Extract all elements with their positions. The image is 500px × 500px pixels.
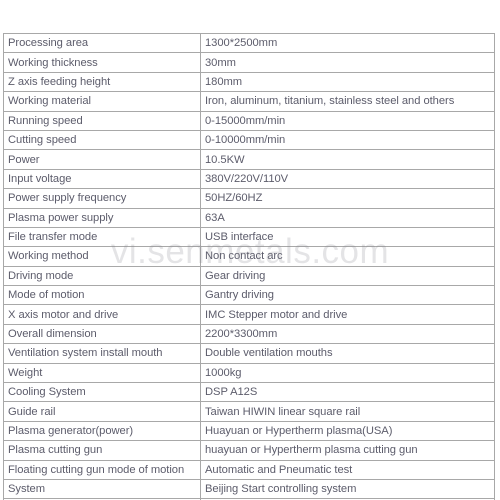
table-row: Cutting speed 0-10000mm/min [3, 129, 495, 151]
table-row: Power 10.5KW [3, 149, 495, 170]
spec-value-cell: Huayuan or Hypertherm plasma(USA) [200, 420, 495, 442]
table-row: Weight 1000kg [3, 362, 495, 384]
spec-value-cell: Taiwan HIWIN linear square rail [200, 401, 495, 422]
spec-label-cell: Working method [3, 246, 201, 267]
table-row: X axis motor and drive IMC Stepper motor … [3, 304, 495, 325]
spec-value-cell: Gear driving [200, 265, 495, 287]
spec-value-cell: 10.5KW [200, 149, 495, 170]
table-row: Working thickness 30mm [3, 52, 495, 73]
table-row: Processing area 1300*2500mm [3, 32, 495, 54]
spec-value-cell: 63A [200, 207, 495, 228]
table-row: Floating cutting gun mode of motion Autom… [3, 459, 495, 480]
spec-label-cell: Running speed [3, 110, 201, 131]
table-row: Driving mode Gear driving [3, 265, 495, 287]
spec-value-cell: IMC Stepper motor and drive [200, 304, 495, 325]
spec-label-cell: Input voltage [3, 168, 201, 190]
spec-value-cell: 180mm [200, 71, 495, 93]
table-row: Working method Non contact arc [3, 246, 495, 267]
spec-label-cell: Z axis feeding height [3, 71, 201, 93]
spec-label-cell: Ventilation system install mouth [3, 343, 201, 364]
table-row: Guide rail Taiwan HIWIN linear square rai… [3, 401, 495, 422]
spec-label-cell: Overall dimension [3, 323, 201, 345]
spec-label-cell: Power [3, 149, 201, 170]
spec-value-cell: Gantry driving [200, 285, 495, 306]
spec-label-cell: X axis motor and drive [3, 304, 201, 325]
spec-label-cell: Power supply frequency [3, 188, 201, 209]
table-row: Working material Iron, aluminum, titanium… [3, 91, 495, 112]
spec-label-cell: Weight [3, 362, 201, 384]
spec-value-cell: 0-10000mm/min [200, 129, 495, 151]
spec-label-cell: Plasma generator(power) [3, 420, 201, 442]
table-row: Overall dimension 2200*3300mm [3, 323, 495, 345]
spec-label-cell: Mode of motion [3, 285, 201, 306]
table-row: Plasma generator(power) Huayuan or Hypert… [3, 420, 495, 442]
spec-label-cell: Plasma cutting gun [3, 440, 201, 461]
spec-value-cell: Double ventilation mouths [200, 343, 495, 364]
spec-label-cell: Floating cutting gun mode of motion [3, 459, 201, 480]
table-row: Running speed 0-15000mm/min [3, 110, 495, 131]
specification-table-body: Processing area 1300*2500mm Working thickn… [3, 32, 495, 500]
spec-value-cell: 1300*2500mm [200, 32, 495, 54]
spec-value-cell: 1000kg [200, 362, 495, 384]
table-row: Ventilation system install mouth Double v… [3, 343, 495, 364]
spec-value-cell: huayuan or Hypertherm plasma cutting gun [200, 440, 495, 461]
spec-label-cell: Cutting speed [3, 129, 201, 151]
spec-label-cell: System [3, 478, 201, 500]
spec-value-cell: USB interface [200, 226, 495, 248]
table-row: File transfer mode USB interface [3, 226, 495, 248]
spec-value-cell: 2200*3300mm [200, 323, 495, 345]
spec-value-cell: DSP A12S [200, 382, 495, 403]
table-row: Mode of motion Gantry driving [3, 285, 495, 306]
spec-value-cell: Beijing Start controlling system [200, 478, 495, 500]
spec-value-cell: 30mm [200, 52, 495, 73]
spec-label-cell: Guide rail [3, 401, 201, 422]
spec-label-cell: Cooling System [3, 382, 201, 403]
spec-label-cell: Plasma power supply [3, 207, 201, 228]
spec-value-cell: 50HZ/60HZ [200, 188, 495, 209]
table-row: Power supply frequency 50HZ/60HZ [3, 188, 495, 209]
page-container: Processing area 1300*2500mm Working thickn… [0, 0, 500, 500]
table-row: Cooling System DSP A12S [3, 382, 495, 403]
spec-value-cell: Iron, aluminum, titanium, stainless stee… [200, 91, 495, 112]
table-row: Z axis feeding height 180mm [3, 71, 495, 93]
spec-label-cell: Working material [3, 91, 201, 112]
spec-label-cell: Driving mode [3, 265, 201, 287]
spec-label-cell: Working thickness [3, 52, 201, 73]
spec-label-cell: Processing area [3, 32, 201, 54]
spec-value-cell: 380V/220V/110V [200, 168, 495, 190]
specification-table: Processing area 1300*2500mm Working thickn… [3, 32, 495, 500]
table-row: Input voltage 380V/220V/110V [3, 168, 495, 190]
spec-value-cell: Non contact arc [200, 246, 495, 267]
spec-value-cell: Automatic and Pneumatic test [200, 459, 495, 480]
table-row: Plasma power supply 63A [3, 207, 495, 228]
spec-label-cell: File transfer mode [3, 226, 201, 248]
table-row: System Beijing Start controlling system [3, 478, 495, 500]
spec-value-cell: 0-15000mm/min [200, 110, 495, 131]
table-row: Plasma cutting gun huayuan or Hypertherm … [3, 440, 495, 461]
